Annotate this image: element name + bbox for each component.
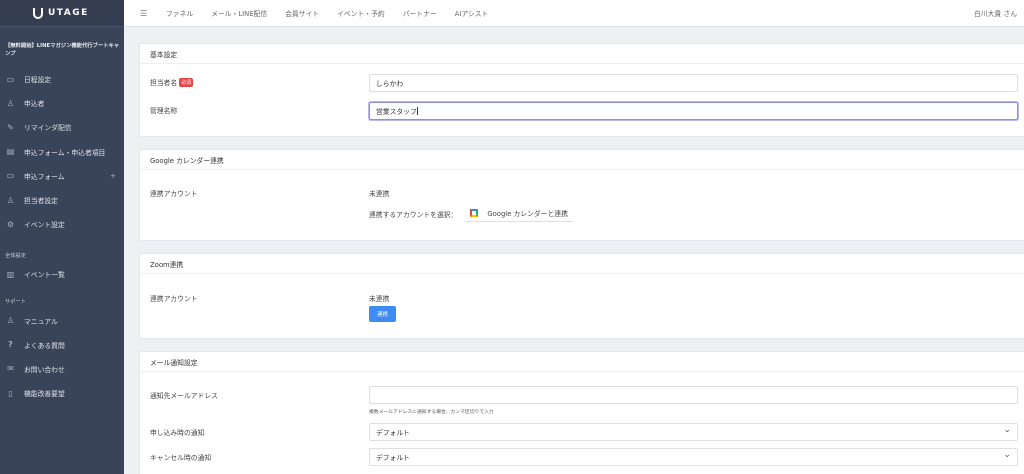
sidebar-item-label: 担当者設定 — [24, 197, 58, 206]
main-content: 基本設定 担当者名 必須 しらかわ 管理名称 営業スタッフ Google カレン… — [124, 27, 1024, 474]
sidebar-item-form-fields[interactable]: ▤ 申込フォーム・申込者項目 — [0, 140, 124, 164]
mail-address-label: 通知先メールアドレス — [150, 392, 218, 400]
sidebar-item-staff[interactable]: ♙ 担当者設定 — [0, 188, 124, 212]
gear-icon: ⚙ — [6, 219, 15, 229]
chart-icon: ▥ — [6, 269, 15, 279]
topnav-ai-assist[interactable]: AIアシスト — [455, 8, 489, 18]
topnav-mail-line[interactable]: メール・LINE配信 — [211, 8, 267, 18]
zoom-account-label: 連携アカウント — [150, 295, 198, 303]
sidebar-item-faq[interactable]: ? よくある質問 — [0, 333, 124, 357]
sidebar-item-schedule[interactable]: ▭ 日程設定 — [0, 67, 124, 91]
apply-notify-label: 申し込み時の通知 — [150, 429, 205, 437]
sidebar-item-reminder[interactable]: ✎ リマインダ配信 — [0, 115, 124, 139]
admin-name-label: 管理名称 — [150, 107, 178, 115]
table-icon: ▤ — [6, 147, 15, 157]
sidebar-item-label: イベント一覧 — [24, 271, 65, 280]
question-icon: ? — [8, 340, 13, 350]
cancel-notify-value: デフォルト — [376, 454, 410, 462]
apply-notify-value: デフォルト — [376, 429, 410, 437]
sidebar-item-event-settings[interactable]: ⚙ イベント設定 — [0, 212, 124, 236]
staff-name-label-row: 担当者名 必須 — [150, 77, 194, 87]
card-title: Google カレンダー連携 — [140, 150, 1024, 170]
sidebar: UTAGE 【無料開始】LINEマガジン機能代行ブートキャンプ ▭ 日程設定 ♙… — [0, 0, 124, 474]
pencil-icon: ✎ — [7, 122, 14, 132]
user-menu[interactable]: 白川大貴 さん — [974, 8, 1017, 18]
google-account-label: 連携アカウント — [150, 190, 198, 198]
top-nav: ファネル メール・LINE配信 会員サイト イベント・予約 パートナー AIアシ… — [166, 8, 506, 18]
sidebar-item-label: お問い合わせ — [24, 365, 65, 374]
sidebar-item-manual[interactable]: ♙ マニュアル — [0, 309, 124, 333]
sidebar-item-feature-request[interactable]: ▯ 機能改善要望 — [0, 381, 124, 405]
topnav-funnel[interactable]: ファネル — [166, 8, 193, 18]
chat-icon: ✉ — [7, 364, 14, 374]
google-calendar-card: Google カレンダー連携 連携アカウント 未連携 連携するアカウントを選択：… — [139, 149, 1024, 241]
project-title: 【無料開始】LINEマガジン機能代行ブートキャンプ — [5, 43, 120, 57]
admin-name-input[interactable]: 営業スタッフ — [369, 102, 1018, 120]
sidebar-item-label: イベント設定 — [24, 221, 65, 230]
expand-icon[interactable]: + — [110, 172, 116, 180]
logo[interactable]: UTAGE — [0, 0, 124, 27]
sidebar-item-label: マニュアル — [24, 317, 58, 326]
card-title: 基本設定 — [140, 44, 1024, 64]
card-title: メール通知設定 — [140, 352, 1024, 372]
cancel-notify-label: キャンセル時の通知 — [150, 454, 212, 462]
google-select-row: 連携するアカウントを選択： Google カレンダーと連携 — [369, 205, 573, 222]
top-bar: ☰ ファネル メール・LINE配信 会員サイト イベント・予約 パートナー AI… — [124, 0, 1024, 27]
mail-address-hint: 複数メールアドレスに通知する場合、カンマ区切りで入力 — [369, 410, 494, 415]
staff-name-input[interactable]: しらかわ — [369, 74, 1018, 92]
document-icon: ▯ — [8, 388, 13, 398]
google-select-label: 連携するアカウントを選択： — [369, 210, 458, 219]
google-connect-button[interactable]: Google カレンダーと連携 — [465, 205, 573, 222]
topnav-partner[interactable]: パートナー — [403, 8, 437, 18]
person-icon: ♙ — [6, 98, 15, 108]
staff-name-value: しらかわ — [376, 80, 404, 88]
zoom-status: 未連携 — [369, 295, 390, 303]
zoom-card: Zoom連携 連携アカウント 未連携 連携 — [139, 253, 1024, 339]
mail-notification-card: メール通知設定 通知先メールアドレス 複数メールアドレスに通知する場合、カンマ区… — [139, 351, 1024, 474]
users-icon: ♙ — [6, 195, 15, 205]
logo-icon — [33, 7, 43, 19]
google-calendar-icon — [470, 209, 479, 217]
google-connect-label: Google カレンダーと連携 — [487, 210, 568, 218]
required-badge: 必須 — [179, 77, 194, 87]
sidebar-item-label: 申込フォーム・申込者項目 — [24, 148, 106, 157]
sidebar-item-label: リマインダ配信 — [24, 124, 72, 133]
logo-text: UTAGE — [48, 8, 89, 18]
topnav-member-site[interactable]: 会員サイト — [285, 8, 319, 18]
section-support: サポート — [5, 299, 26, 305]
topnav-event[interactable]: イベント・予約 — [337, 8, 385, 18]
mail-address-input[interactable] — [369, 386, 1018, 404]
card-title: Zoom連携 — [140, 254, 1024, 274]
sidebar-item-applicants[interactable]: ♙ 申込者 — [0, 91, 124, 115]
cancel-notify-select[interactable]: デフォルト — [369, 448, 1018, 466]
sidebar-item-label: 申込フォーム — [24, 172, 65, 181]
google-status: 未連携 — [369, 190, 390, 198]
sidebar-item-label: よくある質問 — [24, 341, 65, 350]
sidebar-item-label: 日程設定 — [24, 76, 52, 85]
calendar-icon: ▭ — [6, 74, 15, 84]
basic-settings-card: 基本設定 担当者名 必須 しらかわ 管理名称 営業スタッフ — [139, 43, 1024, 137]
zoom-connect-button[interactable]: 連携 — [369, 306, 396, 322]
form-icon: ▭ — [6, 171, 15, 181]
apply-notify-select[interactable]: デフォルト — [369, 423, 1018, 441]
hamburger-icon[interactable]: ☰ — [140, 9, 150, 18]
sidebar-item-label: 申込者 — [24, 100, 45, 109]
text-caret — [416, 107, 418, 115]
staff-name-label: 担当者名 — [150, 79, 178, 87]
sidebar-item-contact[interactable]: ✉ お問い合わせ — [0, 357, 124, 381]
sidebar-item-form[interactable]: ▭ 申込フォーム + — [0, 164, 124, 188]
person-icon: ♙ — [6, 316, 15, 326]
section-overall: 全体設定 — [5, 252, 26, 259]
admin-name-value: 営業スタッフ — [376, 108, 417, 116]
sidebar-item-event-list[interactable]: ▥ イベント一覧 — [0, 262, 124, 286]
sidebar-item-label: 機能改善要望 — [24, 390, 65, 399]
